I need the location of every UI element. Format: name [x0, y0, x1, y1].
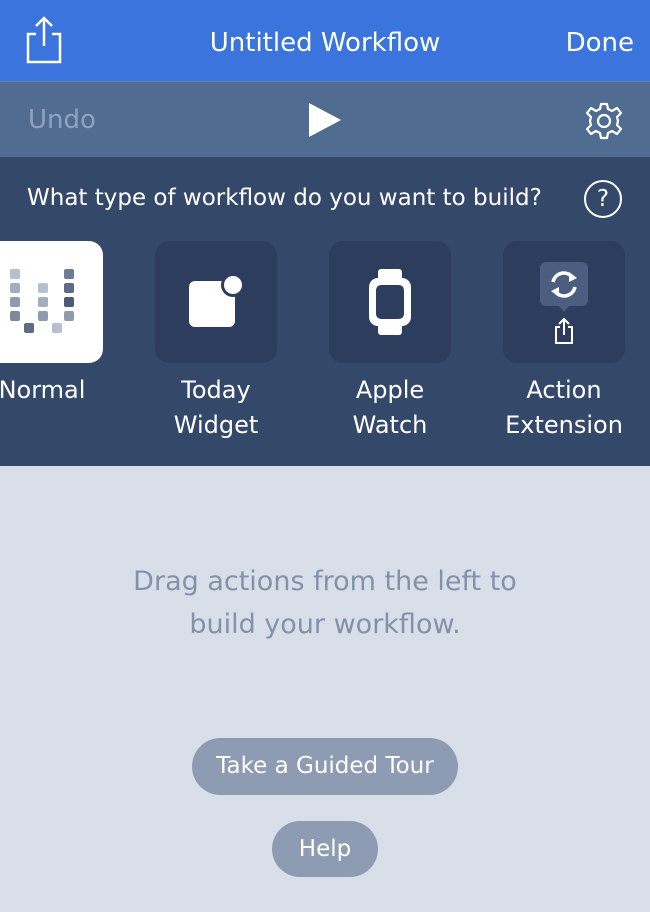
normal-grid-icon — [10, 269, 74, 333]
empty-workflow-message: Drag actions from the left to build your… — [133, 566, 517, 640]
settings-button[interactable] — [584, 101, 624, 141]
workflow-title: Untitled Workflow — [209, 28, 441, 58]
workflow-type-apple-watch-label: Apple Watch — [352, 376, 428, 439]
help-button[interactable]: Help — [272, 821, 378, 877]
guided-tour-button[interactable]: Take a Guided Tour — [192, 738, 458, 795]
today-widget-icon — [189, 273, 245, 327]
gear-icon — [585, 102, 623, 140]
workflow-type-today-widget-label: Today Widget — [173, 376, 259, 439]
run-button[interactable] — [305, 101, 343, 139]
done-button[interactable]: Done — [566, 25, 634, 61]
workflow-type-question: What type of workflow do you want to bui… — [27, 185, 542, 211]
workflow-type-normal[interactable] — [0, 241, 103, 363]
action-extension-icon — [540, 262, 588, 344]
workflow-type-apple-watch[interactable] — [329, 241, 451, 363]
play-icon — [309, 103, 341, 137]
workflow-type-action-extension[interactable] — [503, 241, 625, 363]
workflow-type-today-widget[interactable] — [155, 241, 277, 363]
workflow-type-panel: What type of workflow do you want to bui… — [0, 157, 650, 466]
apple-watch-icon — [369, 269, 411, 335]
workflow-type-normal-label: Normal — [0, 376, 86, 404]
navigation-bar: Untitled Workflow Done — [0, 0, 650, 81]
editor-toolbar: Undo — [0, 81, 650, 157]
help-circle-button[interactable]: ? — [584, 180, 622, 218]
undo-button[interactable]: Undo — [28, 102, 96, 138]
workflow-type-action-extension-label: Action Extension — [505, 376, 623, 439]
